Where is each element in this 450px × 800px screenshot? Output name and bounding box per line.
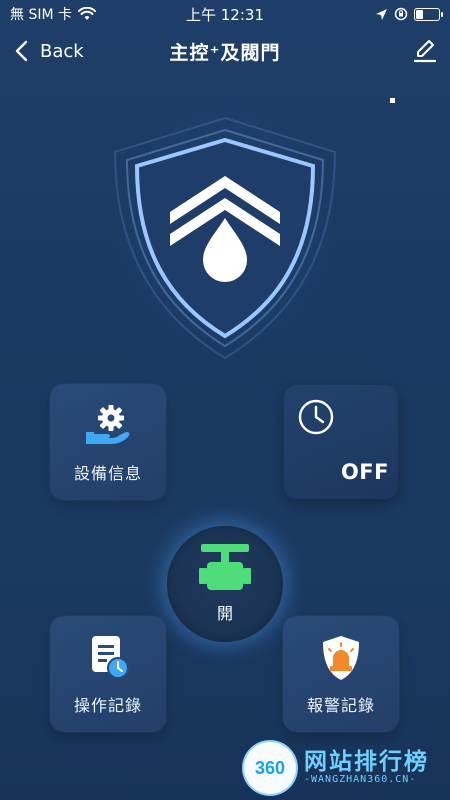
operation-log-button[interactable]: 操作記錄 [50, 616, 166, 732]
edit-icon[interactable] [412, 38, 438, 64]
battery-icon [414, 7, 443, 21]
back-label: Back [40, 40, 84, 62]
timer-toggle[interactable]: OFF [283, 384, 399, 500]
tile-icon-wrap [50, 402, 166, 446]
status-right [375, 7, 443, 21]
watermark-title: 网站排行榜 [304, 749, 429, 775]
timer-state: OFF [340, 460, 389, 484]
device-info-button[interactable]: 設備信息 [50, 384, 166, 500]
carrier-label: 無 SIM 卡 [10, 7, 72, 23]
watermark-logo-text: 360 [254, 757, 286, 778]
location-icon [376, 8, 387, 20]
back-button[interactable]: Back [14, 36, 84, 66]
operation-log-label: 操作記錄 [73, 696, 142, 715]
status-bar: 無 SIM 卡 上午 12:31 [0, 0, 450, 28]
clock-icon [298, 399, 334, 435]
tile-icon-wrap [50, 634, 166, 680]
valve-state-label: 開 [216, 604, 233, 623]
shield-icon [113, 116, 337, 360]
alarm-log-button[interactable]: 報警記錄 [283, 616, 399, 732]
battery-level [416, 9, 423, 19]
valve-icon [199, 544, 251, 590]
watermark: 360 网站排行榜 -WANGZHAN360.CN- [244, 740, 444, 796]
chevron-left-icon [15, 40, 28, 62]
status-left: 無 SIM 卡 [10, 4, 96, 24]
siren-shield-icon [323, 636, 359, 680]
shield-emblem [95, 100, 355, 370]
orientation-lock-icon [394, 7, 408, 21]
tile-icon-wrap [283, 634, 399, 682]
gear-hand-icon [86, 405, 130, 444]
alarm-log-label: 報警記錄 [306, 696, 375, 715]
indicator-dot [390, 98, 395, 103]
nav-bar: Back 主控⁺及閥門 [0, 28, 450, 74]
wifi-icon [78, 7, 96, 20]
watermark-subtitle: -WANGZHAN360.CN- [304, 774, 417, 785]
watermark-logo: 360 [244, 742, 296, 794]
valve-toggle-button[interactable]: 開 [167, 526, 283, 642]
device-info-label: 設備信息 [73, 464, 142, 483]
document-clock-icon [92, 636, 129, 679]
